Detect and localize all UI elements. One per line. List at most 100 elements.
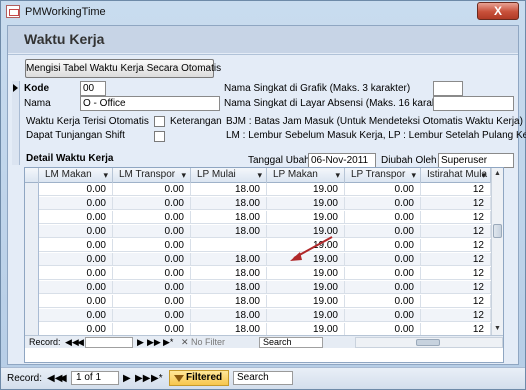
- table-cell[interactable]: 0.00: [39, 323, 113, 335]
- table-cell[interactable]: 19.00: [267, 309, 345, 322]
- table-row[interactable]: 0.00 0.00 18.00 19.00 0.00 12: [39, 309, 493, 322]
- table-cell[interactable]: 0.00: [39, 197, 113, 210]
- column-header[interactable]: LM Transpor ▾: [113, 168, 191, 183]
- scroll-up-icon[interactable]: ▲: [492, 168, 503, 180]
- table-cell[interactable]: 18.00: [191, 197, 267, 210]
- table-cell[interactable]: 12: [421, 281, 491, 294]
- table-cell[interactable]: 18.00: [191, 323, 267, 335]
- table-cell[interactable]: 19.00: [267, 267, 345, 280]
- table-cell[interactable]: 18.00: [191, 309, 267, 322]
- table-cell[interactable]: 18.00: [191, 225, 267, 238]
- table-cell[interactable]: 0.00: [345, 239, 421, 252]
- table-row[interactable]: 0.00 0.00 19.00 0.00 12: [39, 239, 493, 252]
- table-cell[interactable]: 0.00: [345, 197, 421, 210]
- table-cell[interactable]: 0.00: [39, 253, 113, 266]
- auto-fill-button[interactable]: Mengisi Tabel Waktu Kerja Secara Otomati…: [25, 59, 221, 78]
- table-cell[interactable]: 0.00: [113, 267, 191, 280]
- column-dropdown-icon[interactable]: ▾: [103, 168, 108, 182]
- table-cell[interactable]: 0.00: [113, 295, 191, 308]
- column-dropdown-icon[interactable]: ▾: [481, 168, 486, 182]
- table-row[interactable]: 0.00 0.00 18.00 19.00 0.00 12: [39, 323, 493, 335]
- diubah-oleh-field[interactable]: Superuser: [438, 153, 514, 168]
- prev-record-icon[interactable]: ◀: [59, 373, 67, 384]
- table-row[interactable]: 0.00 0.00 18.00 19.00 0.00 12: [39, 253, 493, 266]
- table-cell[interactable]: 0.00: [113, 253, 191, 266]
- row-selector-column[interactable]: [25, 183, 39, 335]
- column-dropdown-icon[interactable]: ▾: [181, 168, 186, 182]
- search-input[interactable]: Search: [233, 371, 293, 385]
- table-cell[interactable]: 12: [421, 267, 491, 280]
- table-cell[interactable]: 19.00: [267, 197, 345, 210]
- sub-prev-record-icon[interactable]: ◀: [77, 336, 84, 349]
- sub-next-record-icon[interactable]: ▶: [137, 336, 144, 349]
- table-cell[interactable]: 0.00: [113, 197, 191, 210]
- table-cell[interactable]: 18.00: [191, 295, 267, 308]
- table-cell[interactable]: 0.00: [39, 225, 113, 238]
- sub-new-record-icon[interactable]: ▶*: [163, 336, 173, 349]
- table-cell[interactable]: 18.00: [191, 253, 267, 266]
- table-row[interactable]: 0.00 0.00 18.00 19.00 0.00 12: [39, 295, 493, 308]
- table-cell[interactable]: 0.00: [345, 183, 421, 196]
- table-cell[interactable]: 19.00: [267, 211, 345, 224]
- singkat-grafik-field[interactable]: [433, 81, 463, 96]
- table-cell[interactable]: 0.00: [113, 281, 191, 294]
- table-cell[interactable]: 0.00: [113, 211, 191, 224]
- table-cell[interactable]: 0.00: [345, 309, 421, 322]
- table-cell[interactable]: 18.00: [191, 183, 267, 196]
- table-cell[interactable]: 0.00: [113, 239, 191, 252]
- table-cell[interactable]: 0.00: [113, 309, 191, 322]
- table-cell[interactable]: 0.00: [39, 281, 113, 294]
- filtered-toggle[interactable]: Filtered: [169, 370, 229, 386]
- kode-field[interactable]: 00: [80, 81, 106, 96]
- horizontal-scrollbar[interactable]: [355, 337, 503, 348]
- column-dropdown-icon[interactable]: ▾: [411, 168, 416, 182]
- sub-search-input[interactable]: Search: [259, 337, 323, 348]
- table-cell[interactable]: 18.00: [191, 281, 267, 294]
- last-record-icon[interactable]: ▶▶: [135, 373, 150, 384]
- table-cell[interactable]: 0.00: [345, 323, 421, 335]
- table-cell[interactable]: 0.00: [113, 225, 191, 238]
- table-row[interactable]: 0.00 0.00 18.00 19.00 0.00 12: [39, 281, 493, 294]
- column-dropdown-icon[interactable]: ▾: [257, 168, 262, 182]
- column-header[interactable]: Istirahat Mula ▾: [421, 168, 491, 183]
- table-cell[interactable]: 0.00: [345, 225, 421, 238]
- table-cell[interactable]: 12: [421, 295, 491, 308]
- record-selector[interactable]: [12, 81, 20, 165]
- vertical-scrollbar[interactable]: ▲ ▼: [491, 168, 503, 335]
- next-record-icon[interactable]: ▶: [123, 373, 131, 384]
- table-row[interactable]: 0.00 0.00 18.00 19.00 0.00 12: [39, 183, 493, 196]
- close-button[interactable]: X: [477, 2, 519, 20]
- nama-field[interactable]: O - Office: [80, 96, 220, 111]
- table-cell[interactable]: 19.00: [267, 183, 345, 196]
- table-cell[interactable]: 0.00: [113, 323, 191, 335]
- table-cell[interactable]: 12: [421, 239, 491, 252]
- table-cell[interactable]: 0.00: [39, 309, 113, 322]
- table-cell[interactable]: 12: [421, 225, 491, 238]
- table-row[interactable]: 0.00 0.00 18.00 19.00 0.00 12: [39, 197, 493, 210]
- scroll-thumb[interactable]: [493, 224, 502, 238]
- sub-last-record-icon[interactable]: ▶▶: [147, 336, 161, 349]
- table-cell[interactable]: 12: [421, 197, 491, 210]
- table-cell[interactable]: 12: [421, 253, 491, 266]
- table-cell[interactable]: 0.00: [345, 281, 421, 294]
- column-header[interactable]: [25, 168, 39, 183]
- otomatis-checkbox[interactable]: [154, 116, 165, 127]
- new-record-icon[interactable]: ▶*: [151, 373, 163, 384]
- table-cell[interactable]: 0.00: [39, 183, 113, 196]
- record-position[interactable]: 1 of 1: [71, 371, 119, 385]
- scroll-down-icon[interactable]: ▼: [492, 323, 503, 335]
- table-cell[interactable]: [191, 239, 267, 252]
- table-cell[interactable]: 0.00: [39, 267, 113, 280]
- sub-filter-icon[interactable]: ✕: [181, 336, 189, 349]
- table-cell[interactable]: 0.00: [39, 295, 113, 308]
- column-header[interactable]: LP Mulai ▾: [191, 168, 267, 183]
- table-row[interactable]: 0.00 0.00 18.00 19.00 0.00 12: [39, 267, 493, 280]
- column-header[interactable]: LP Makan ▾: [267, 168, 345, 183]
- table-row[interactable]: 0.00 0.00 18.00 19.00 0.00 12: [39, 225, 493, 238]
- table-cell[interactable]: 0.00: [345, 253, 421, 266]
- hscroll-thumb[interactable]: [416, 339, 440, 346]
- table-cell[interactable]: 0.00: [345, 267, 421, 280]
- table-cell[interactable]: 12: [421, 211, 491, 224]
- table-cell[interactable]: 18.00: [191, 267, 267, 280]
- table-cell[interactable]: 12: [421, 309, 491, 322]
